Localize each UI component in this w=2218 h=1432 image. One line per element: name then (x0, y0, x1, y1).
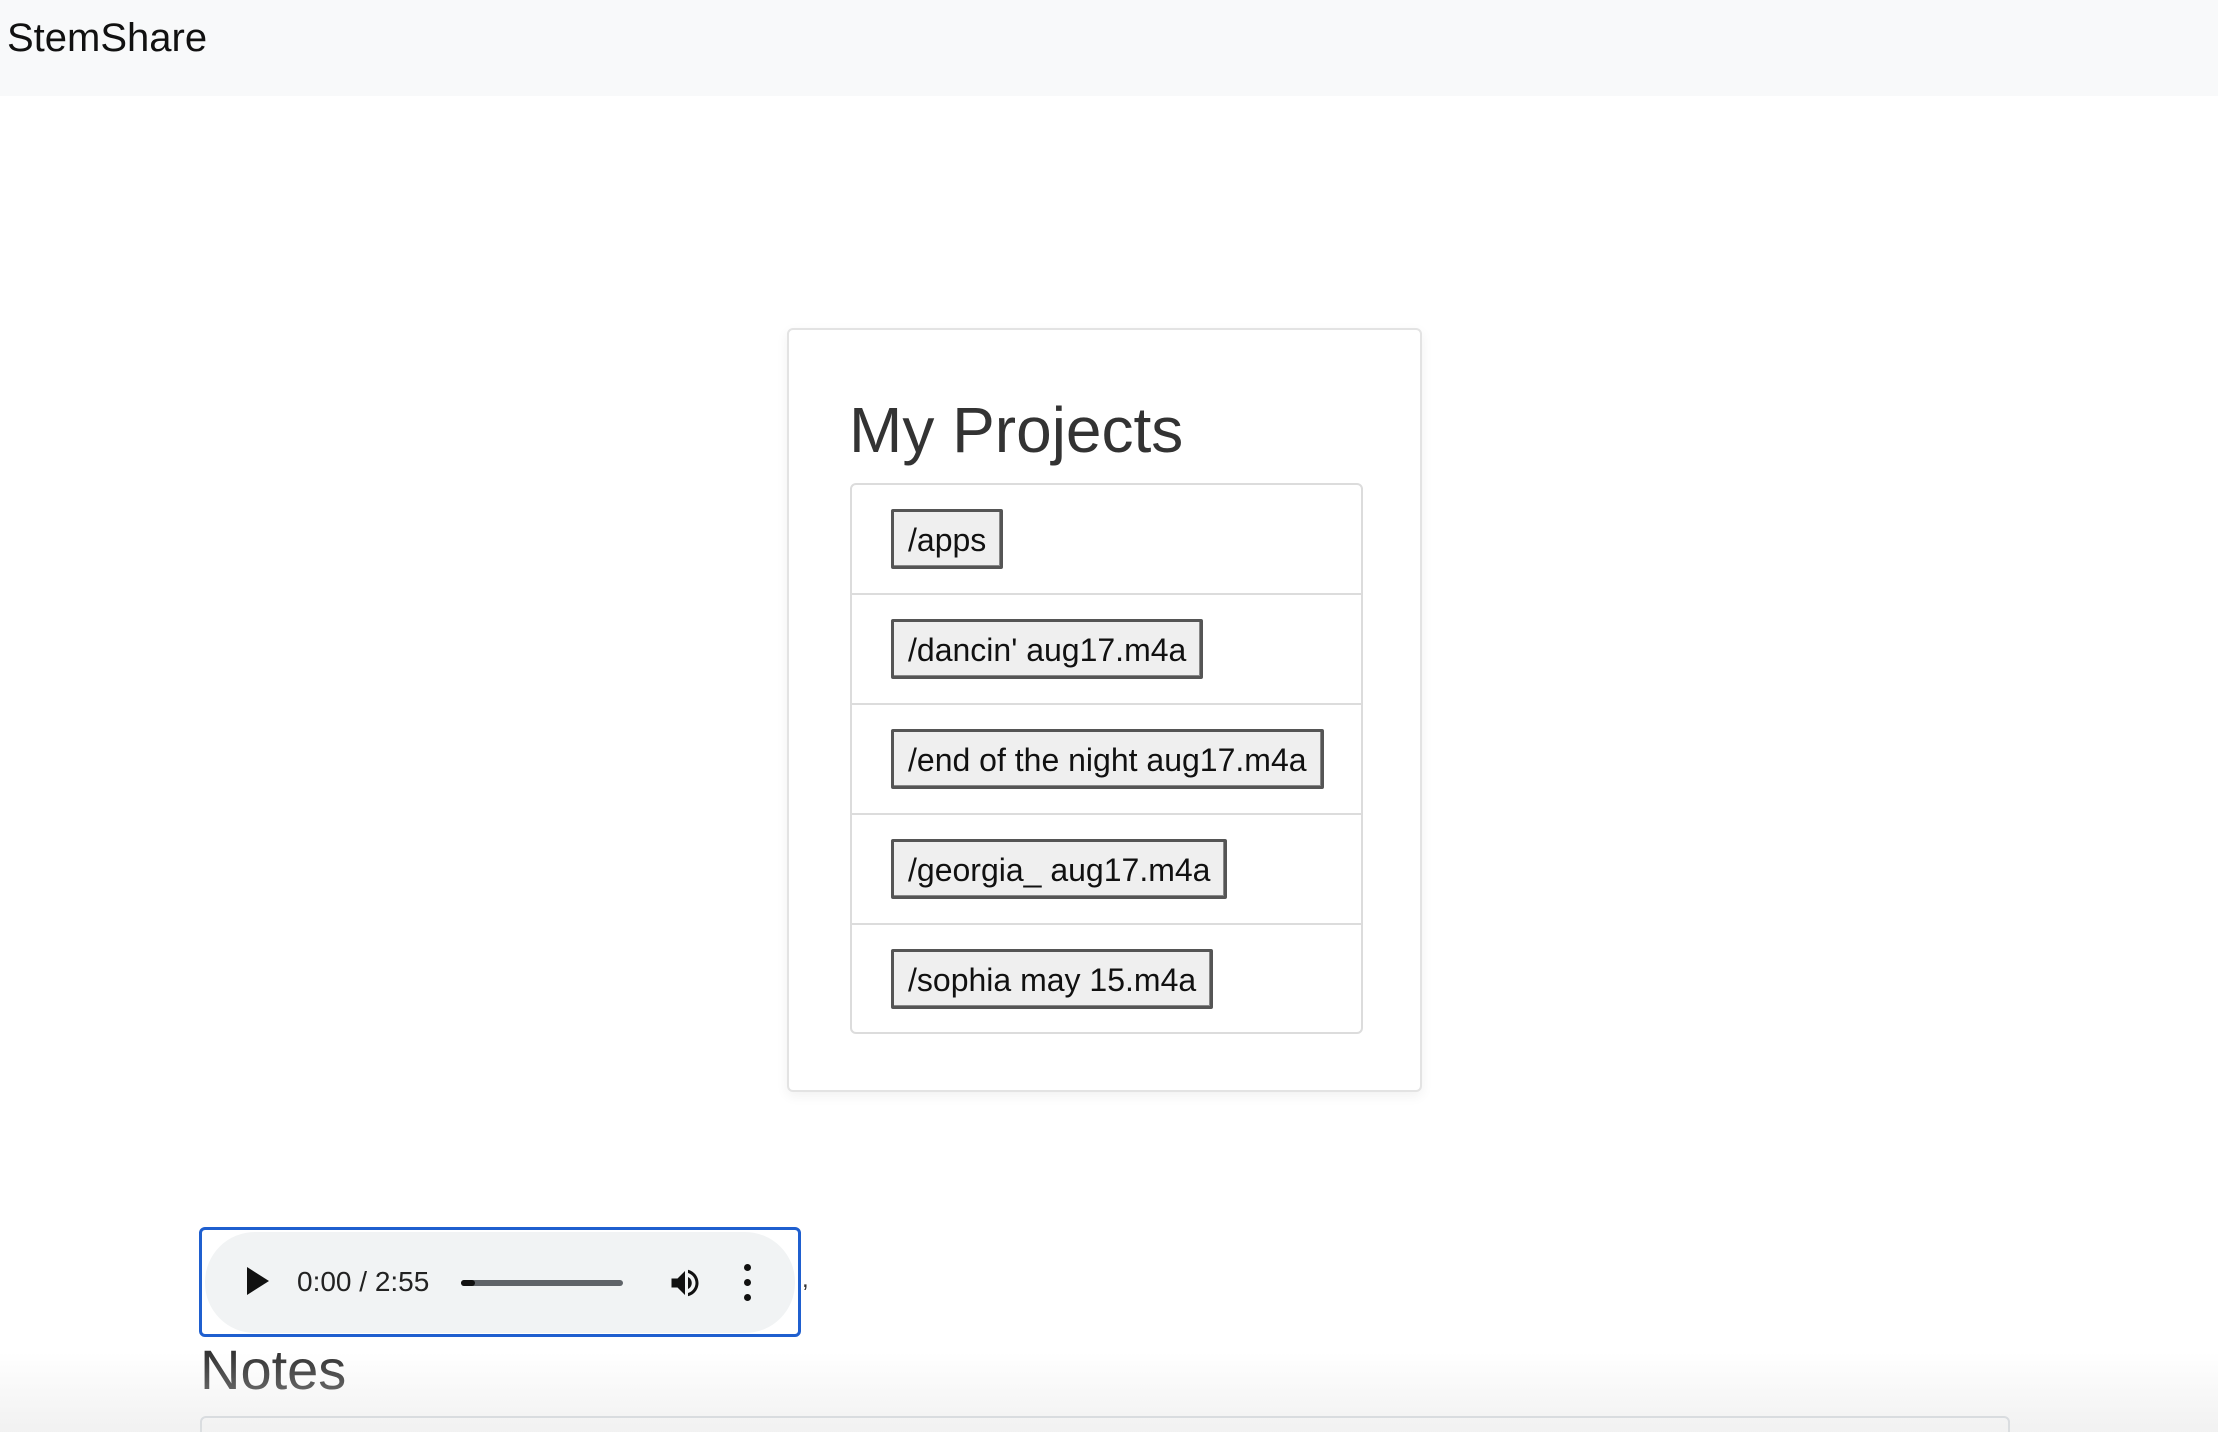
notes-title: Notes (200, 1338, 347, 1401)
project-button-georgia[interactable]: /georgia_ aug17.m4a (891, 839, 1228, 899)
project-button-end-of-the-night[interactable]: /end of the night aug17.m4a (891, 729, 1324, 789)
time-display: 0:00 / 2:55 (297, 1266, 430, 1297)
list-item: /end of the night aug17.m4a (852, 705, 1361, 815)
audio-player[interactable]: 0:00 / 2:55 (199, 1227, 801, 1337)
projects-card: My Projects /apps /dancin' aug17.m4a /en… (787, 328, 1422, 1092)
more-vertical-icon[interactable] (742, 1264, 752, 1302)
audio-controls: 0:00 / 2:55 (205, 1232, 795, 1333)
notes-field[interactable] (200, 1416, 2010, 1432)
list-item: /georgia_ aug17.m4a (852, 815, 1361, 925)
play-icon[interactable] (247, 1267, 269, 1295)
projects-title: My Projects (849, 394, 1184, 466)
project-button-sophia[interactable]: /sophia may 15.m4a (891, 949, 1214, 1009)
seek-progress (461, 1280, 475, 1286)
projects-list: /apps /dancin' aug17.m4a /end of the nig… (850, 483, 1363, 1034)
volume-icon[interactable] (667, 1265, 703, 1301)
brand-title[interactable]: StemShare (7, 14, 207, 62)
project-button-apps[interactable]: /apps (891, 509, 1004, 569)
project-button-dancin[interactable]: /dancin' aug17.m4a (891, 619, 1204, 679)
list-item: /sophia may 15.m4a (852, 925, 1361, 1032)
navbar: StemShare (0, 0, 2218, 96)
trailing-comma: , (802, 1266, 809, 1293)
list-item: /apps (852, 485, 1361, 595)
list-item: /dancin' aug17.m4a (852, 595, 1361, 705)
seek-slider[interactable] (461, 1280, 623, 1286)
